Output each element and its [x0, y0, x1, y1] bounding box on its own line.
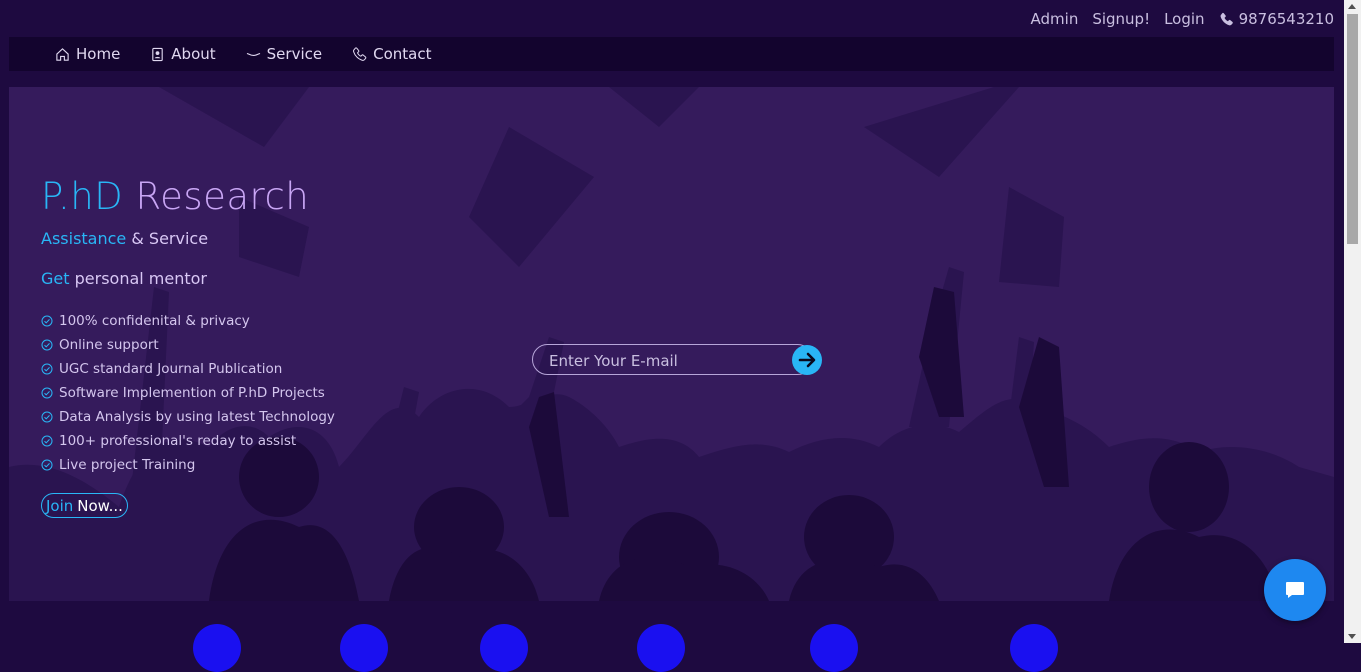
hero-subtitle-1a: Assistance [41, 229, 127, 248]
nav-service[interactable]: Service [246, 45, 322, 63]
list-item: 100+ professional's reday to assist [41, 429, 335, 453]
list-item: Data Analysis by using latest Technology [41, 405, 335, 429]
login-link[interactable]: Login [1164, 10, 1204, 28]
hero-title: P.hD Research [41, 175, 309, 218]
phone-icon [1220, 12, 1233, 25]
check-circle-icon [41, 315, 53, 327]
hero-subtitle-2b: personal mentor [74, 269, 207, 288]
feature-circle [810, 624, 858, 672]
hero-title-part2: Research [135, 175, 310, 218]
check-circle-icon [41, 411, 53, 423]
check-circle-icon [41, 435, 53, 447]
feature-text: Online support [59, 337, 159, 353]
arrow-right-icon [798, 352, 816, 368]
hero-subtitle-2: Get personal mentor [41, 269, 207, 288]
feature-text: Software Implemention of P.hD Projects [59, 385, 325, 401]
list-item: Live project Training [41, 453, 335, 477]
main-nav: Home About Service Contact [9, 37, 1334, 71]
hero-subtitle-1: Assistance & Service [41, 229, 208, 248]
signup-link[interactable]: Signup! [1092, 10, 1150, 28]
page-scrollbar[interactable] [1344, 0, 1361, 643]
top-bar: Admin Signup! Login 9876543210 [1031, 10, 1334, 28]
person-badge-icon [152, 47, 164, 61]
phone-icon [353, 46, 367, 61]
scroll-up-arrow-icon[interactable] [1348, 4, 1356, 9]
feature-text: 100% confidenital & privacy [59, 313, 250, 329]
feature-list: 100% confidenital & privacy Online suppo… [41, 309, 335, 477]
nav-home-label: Home [76, 45, 121, 63]
phone-number[interactable]: 9876543210 [1219, 10, 1334, 28]
list-item: Software Implemention of P.hD Projects [41, 381, 335, 405]
list-item: Online support [41, 333, 335, 357]
nav-service-label: Service [266, 45, 323, 63]
nav-about-label: About [171, 45, 216, 63]
check-circle-icon [41, 459, 53, 471]
chat-button[interactable] [1264, 559, 1326, 621]
hero-subtitle-2a: Get [41, 269, 70, 288]
feature-text: Live project Training [59, 457, 196, 473]
check-circle-icon [41, 339, 53, 351]
feature-circle [340, 624, 388, 672]
nav-home[interactable]: Home [55, 45, 120, 63]
admin-link[interactable]: Admin [1031, 10, 1079, 28]
feature-circle [637, 624, 685, 672]
email-input[interactable] [547, 345, 781, 376]
feature-circle [480, 624, 528, 672]
hero-title-part1: P.hD [41, 175, 124, 218]
list-item: 100% confidenital & privacy [41, 309, 335, 333]
wave-icon [246, 52, 260, 56]
nav-contact[interactable]: Contact [352, 45, 431, 63]
feature-circle [193, 624, 241, 672]
check-circle-icon [41, 387, 53, 399]
chat-icon [1286, 582, 1304, 598]
check-circle-icon [41, 363, 53, 375]
join-label-a: Join [46, 496, 74, 515]
feature-circle [1010, 624, 1058, 672]
home-icon [56, 47, 69, 61]
scroll-thumb[interactable] [1347, 14, 1358, 244]
email-subscribe-form [532, 344, 822, 376]
feature-text: Data Analysis by using latest Technology [59, 409, 335, 425]
hero-subtitle-1b: & Service [131, 229, 209, 248]
phone-text: 9876543210 [1238, 10, 1334, 28]
email-submit-button[interactable] [792, 345, 822, 375]
feature-text: 100+ professional's reday to assist [59, 433, 297, 449]
nav-contact-label: Contact [373, 45, 432, 63]
join-now-button[interactable]: Join Now... [41, 493, 128, 518]
scroll-down-arrow-icon[interactable] [1348, 634, 1356, 639]
nav-about[interactable]: About [150, 45, 216, 63]
hero-banner: P.hD Research Assistance & Service Get p… [9, 87, 1334, 601]
list-item: UGC standard Journal Publication [41, 357, 335, 381]
join-label-b: Now... [77, 496, 123, 515]
feature-text: UGC standard Journal Publication [59, 361, 283, 377]
